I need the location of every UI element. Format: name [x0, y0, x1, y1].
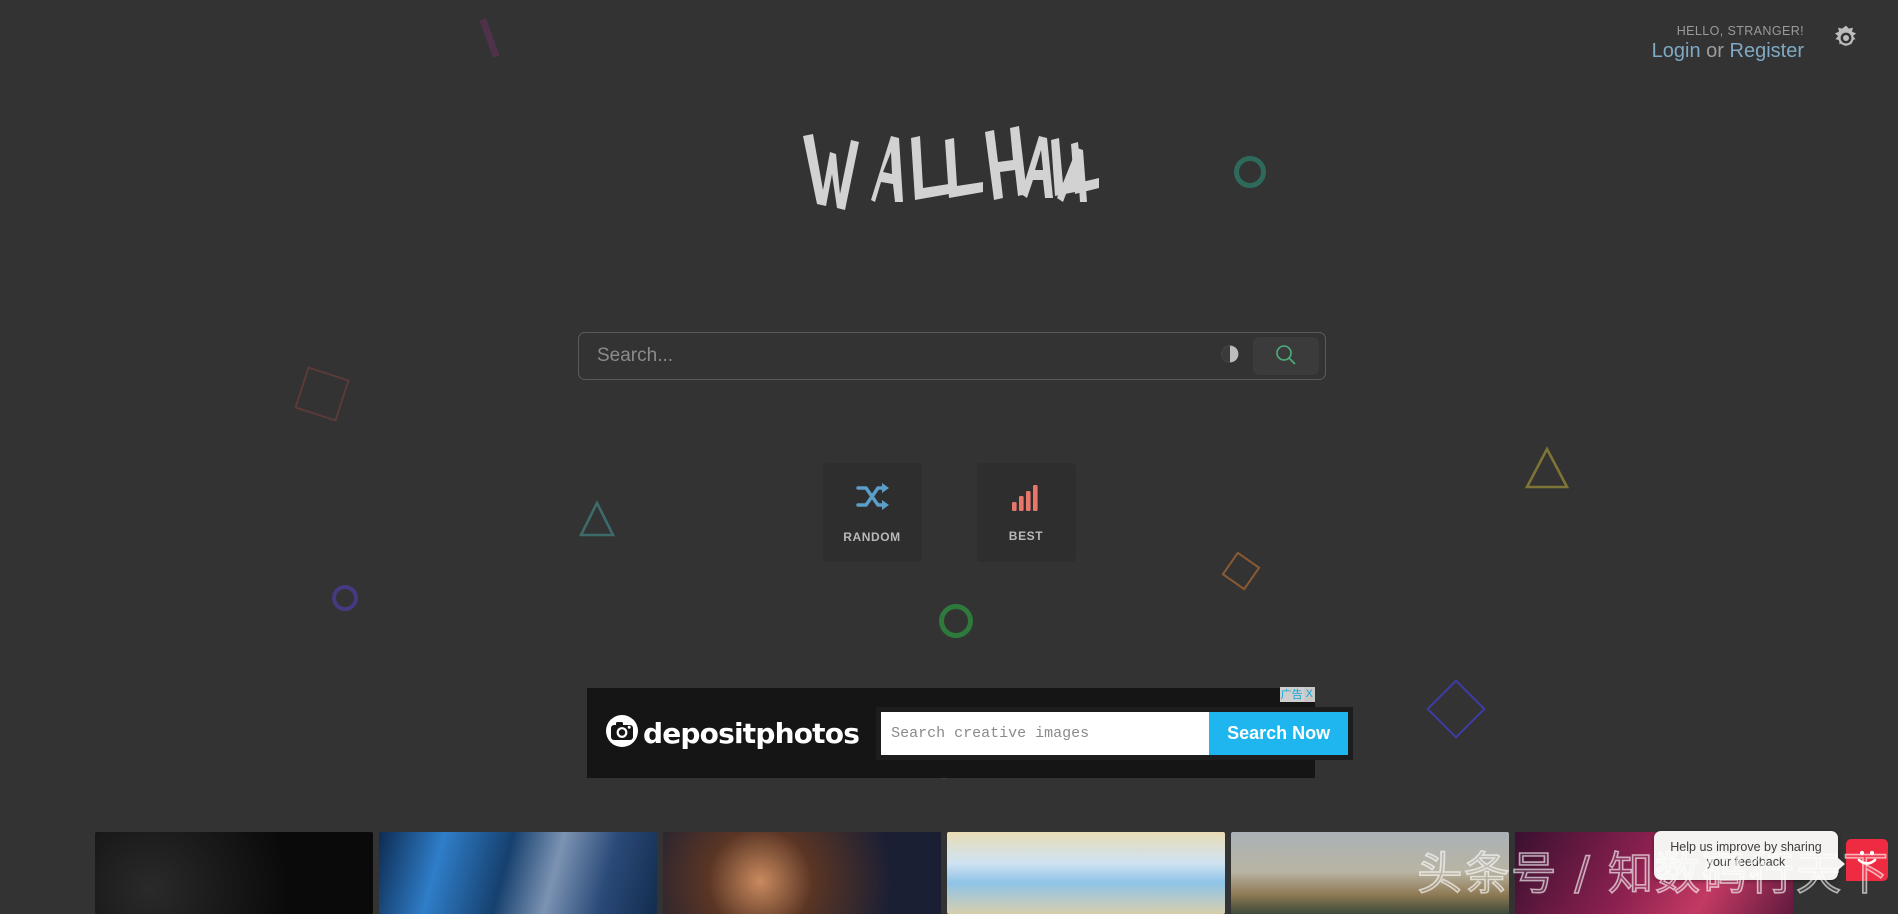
register-link[interactable]: Register: [1730, 40, 1804, 62]
hello-greeting: HELLO, STRANGER!: [1676, 24, 1804, 38]
camera-icon: [605, 714, 639, 753]
thumbnail-smoking-portrait[interactable]: [663, 832, 941, 914]
quick-action-tiles: RANDOM BEST: [0, 463, 1898, 562]
best-tile[interactable]: BEST: [976, 463, 1076, 562]
ad-close-icon[interactable]: X: [1303, 687, 1315, 702]
wallhalla-wordmark: [803, 126, 1099, 210]
decor-bar-purple: [479, 18, 500, 58]
magnifier-icon: [1273, 342, 1299, 371]
login-link[interactable]: Login: [1652, 40, 1701, 62]
search-submit-button[interactable]: [1253, 337, 1319, 375]
wallpaper-thumbnail-row: [95, 832, 1793, 914]
ad-content: depositphotos Search Now: [587, 688, 1349, 778]
contrast-toggle-button[interactable]: [1213, 339, 1247, 373]
ad-choices-badge: 广告 X: [1279, 687, 1315, 702]
ad-brand-logo[interactable]: depositphotos: [605, 714, 860, 753]
ad-label[interactable]: 广告: [1279, 687, 1304, 702]
thumbnail-blue-ice-cave[interactable]: [379, 832, 657, 914]
feedback-tooltip: Help us improve by sharing your feedback: [1654, 830, 1845, 880]
ad-banner: depositphotos Search Now 广告 X: [587, 687, 1349, 778]
feedback-button[interactable]: [1846, 839, 1888, 882]
thumbnail-mountain-range[interactable]: [1231, 832, 1509, 914]
feedback-widget: Help us improve by sharing your feedback: [1654, 830, 1888, 908]
ad-search-now-button[interactable]: Search Now: [1209, 711, 1349, 755]
decor-ring-purple: [332, 585, 358, 611]
auth-links: Login or Register: [1652, 40, 1804, 63]
decor-ring-green: [939, 604, 973, 638]
settings-button[interactable]: [1824, 19, 1868, 63]
site-logo[interactable]: [0, 122, 1898, 217]
ad-search-form: Search Now: [881, 711, 1349, 755]
contrast-half-circle-icon: [1220, 344, 1240, 369]
search-input[interactable]: [579, 332, 1213, 380]
best-tile-label: BEST: [1008, 528, 1044, 543]
shuffle-icon: [855, 482, 889, 517]
thumbnail-dark-texture[interactable]: [95, 832, 373, 914]
search-bar[interactable]: [578, 332, 1326, 380]
ad-search-input[interactable]: [881, 711, 1210, 755]
decor-square-maroon: [294, 366, 350, 422]
account-box: HELLO, STRANGER! Login or Register: [1652, 24, 1804, 63]
random-tile-label: RANDOM: [843, 529, 901, 544]
decor-diamond-blue: [1426, 679, 1486, 739]
header-account-area: HELLO, STRANGER! Login or Register: [1652, 0, 1898, 63]
bar-chart-icon: [1011, 483, 1041, 516]
ad-brand-name: depositphotos: [643, 716, 860, 750]
thumbnail-sky-clouds-painting[interactable]: [947, 832, 1225, 914]
gear-icon: [1830, 22, 1862, 59]
auth-separator: or: [1700, 40, 1730, 63]
search-area: [578, 332, 1326, 380]
random-tile[interactable]: RANDOM: [822, 463, 922, 562]
feedback-smiley-icon: [1853, 846, 1881, 875]
